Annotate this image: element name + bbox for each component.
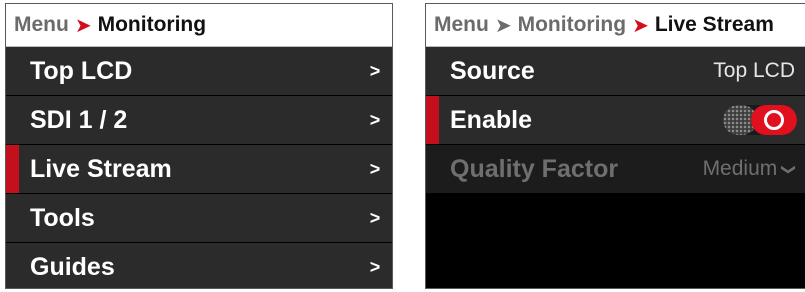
chevron-down-icon: ❯ [781, 163, 798, 175]
breadcrumb: Menu ➤ Monitoring [6, 4, 392, 47]
quality-factor-select[interactable]: Medium ❯ [702, 157, 798, 181]
menu-item-label: Top LCD [30, 56, 133, 85]
menu-item-top-lcd[interactable]: Top LCD > [6, 47, 392, 95]
breadcrumb-menu[interactable]: Menu [14, 13, 69, 37]
setting-value-quality-factor: Medium [702, 157, 778, 180]
breadcrumb: Menu ➤ Monitoring ➤ Live Stream [426, 4, 805, 47]
chevron-right-icon: > [369, 158, 381, 179]
menu-item-tools[interactable]: Tools > [6, 194, 392, 242]
menu-item-guides[interactable]: Guides > [6, 243, 392, 288]
breadcrumb-monitoring[interactable]: Monitoring [518, 13, 626, 37]
menu-item-sdi[interactable]: SDI 1 / 2 > [6, 96, 392, 144]
chevron-right-icon: > [369, 60, 381, 81]
breadcrumb-monitoring: Monitoring [97, 13, 207, 36]
setting-row-enable[interactable]: Enable [426, 96, 805, 144]
toggle-on-icon [764, 110, 784, 130]
chevron-right-icon: > [369, 256, 381, 277]
menu-item-live-stream[interactable]: Live Stream > [6, 145, 392, 193]
live-stream-settings-panel: Menu ➤ Monitoring ➤ Live Stream Source T… [425, 3, 805, 289]
breadcrumb-separator-icon: ➤ [632, 14, 649, 37]
setting-row-quality-factor[interactable]: Quality Factor Medium ❯ [426, 145, 805, 193]
enable-toggle[interactable] [723, 105, 797, 135]
selection-indicator [6, 145, 19, 193]
setting-label-quality-factor: Quality Factor [450, 154, 619, 183]
selection-indicator [426, 96, 439, 144]
toggle-on-half [751, 105, 797, 135]
setting-label-enable: Enable [450, 105, 532, 134]
menu-item-label: Live Stream [30, 154, 172, 183]
setting-row-source[interactable]: Source Top LCD [426, 47, 805, 95]
setting-value-source: Top LCD [713, 59, 795, 82]
monitoring-menu-panel: Menu ➤ Monitoring Top LCD > SDI 1 / 2 > … [5, 3, 393, 289]
menu-item-label: Guides [30, 252, 115, 281]
menu-item-label: Tools [30, 203, 95, 232]
breadcrumb-separator-icon: ➤ [74, 14, 92, 37]
menu-item-label: SDI 1 / 2 [30, 105, 128, 134]
breadcrumb-menu[interactable]: Menu [434, 13, 489, 37]
chevron-right-icon: > [369, 109, 381, 130]
chevron-right-icon: > [369, 207, 381, 228]
breadcrumb-separator-icon: ➤ [494, 14, 512, 37]
breadcrumb-live-stream: Live Stream [654, 13, 774, 36]
setting-label-source: Source [450, 56, 535, 85]
